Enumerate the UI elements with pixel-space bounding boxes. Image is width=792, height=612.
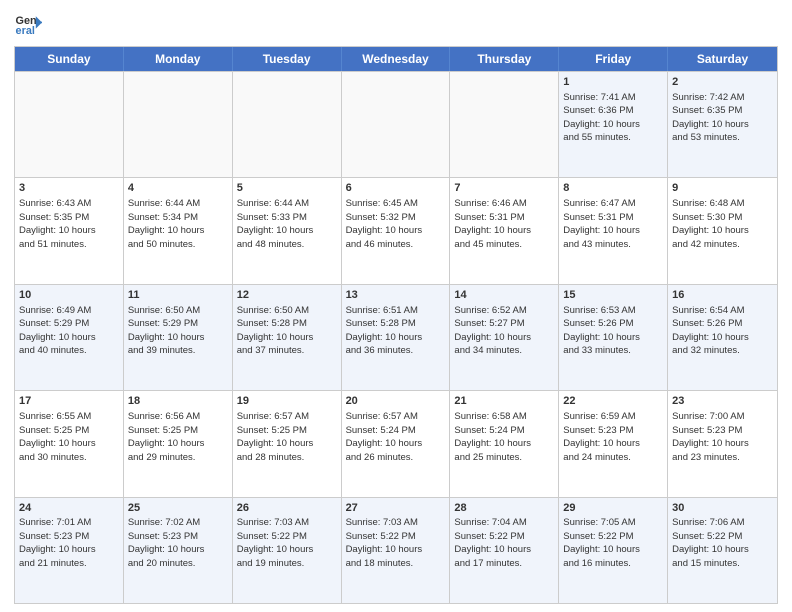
calendar-cell-26: 26Sunrise: 7:03 AM Sunset: 5:22 PM Dayli… bbox=[233, 498, 342, 603]
day-info-29: Sunrise: 7:05 AM Sunset: 5:22 PM Dayligh… bbox=[563, 517, 640, 569]
header-day-saturday: Saturday bbox=[668, 47, 777, 71]
calendar-cell-3: 3Sunrise: 6:43 AM Sunset: 5:35 PM Daylig… bbox=[15, 178, 124, 283]
calendar-row-4: 24Sunrise: 7:01 AM Sunset: 5:23 PM Dayli… bbox=[15, 497, 777, 603]
day-info-8: Sunrise: 6:47 AM Sunset: 5:31 PM Dayligh… bbox=[563, 198, 640, 250]
day-info-11: Sunrise: 6:50 AM Sunset: 5:29 PM Dayligh… bbox=[128, 305, 205, 357]
calendar-cell-22: 22Sunrise: 6:59 AM Sunset: 5:23 PM Dayli… bbox=[559, 391, 668, 496]
calendar-cell-25: 25Sunrise: 7:02 AM Sunset: 5:23 PM Dayli… bbox=[124, 498, 233, 603]
calendar-row-0: 1Sunrise: 7:41 AM Sunset: 6:36 PM Daylig… bbox=[15, 71, 777, 177]
calendar-cell-empty-2 bbox=[233, 72, 342, 177]
calendar-cell-23: 23Sunrise: 7:00 AM Sunset: 5:23 PM Dayli… bbox=[668, 391, 777, 496]
calendar-cell-6: 6Sunrise: 6:45 AM Sunset: 5:32 PM Daylig… bbox=[342, 178, 451, 283]
day-info-6: Sunrise: 6:45 AM Sunset: 5:32 PM Dayligh… bbox=[346, 198, 423, 250]
calendar-cell-5: 5Sunrise: 6:44 AM Sunset: 5:33 PM Daylig… bbox=[233, 178, 342, 283]
day-info-13: Sunrise: 6:51 AM Sunset: 5:28 PM Dayligh… bbox=[346, 305, 423, 357]
day-info-30: Sunrise: 7:06 AM Sunset: 5:22 PM Dayligh… bbox=[672, 517, 749, 569]
calendar-cell-empty-4 bbox=[450, 72, 559, 177]
day-info-16: Sunrise: 6:54 AM Sunset: 5:26 PM Dayligh… bbox=[672, 305, 749, 357]
calendar-cell-empty-1 bbox=[124, 72, 233, 177]
calendar-cell-11: 11Sunrise: 6:50 AM Sunset: 5:29 PM Dayli… bbox=[124, 285, 233, 390]
day-info-4: Sunrise: 6:44 AM Sunset: 5:34 PM Dayligh… bbox=[128, 198, 205, 250]
day-info-5: Sunrise: 6:44 AM Sunset: 5:33 PM Dayligh… bbox=[237, 198, 314, 250]
header-day-tuesday: Tuesday bbox=[233, 47, 342, 71]
calendar-cell-19: 19Sunrise: 6:57 AM Sunset: 5:25 PM Dayli… bbox=[233, 391, 342, 496]
logo-icon: Gen eral bbox=[14, 10, 42, 38]
svg-text:eral: eral bbox=[16, 25, 35, 37]
calendar-row-3: 17Sunrise: 6:55 AM Sunset: 5:25 PM Dayli… bbox=[15, 390, 777, 496]
header-day-sunday: Sunday bbox=[15, 47, 124, 71]
header-day-monday: Monday bbox=[124, 47, 233, 71]
calendar-cell-1: 1Sunrise: 7:41 AM Sunset: 6:36 PM Daylig… bbox=[559, 72, 668, 177]
calendar-cell-12: 12Sunrise: 6:50 AM Sunset: 5:28 PM Dayli… bbox=[233, 285, 342, 390]
calendar: SundayMondayTuesdayWednesdayThursdayFrid… bbox=[14, 46, 778, 604]
day-info-28: Sunrise: 7:04 AM Sunset: 5:22 PM Dayligh… bbox=[454, 517, 531, 569]
day-info-3: Sunrise: 6:43 AM Sunset: 5:35 PM Dayligh… bbox=[19, 198, 96, 250]
day-info-24: Sunrise: 7:01 AM Sunset: 5:23 PM Dayligh… bbox=[19, 517, 96, 569]
calendar-cell-14: 14Sunrise: 6:52 AM Sunset: 5:27 PM Dayli… bbox=[450, 285, 559, 390]
day-info-9: Sunrise: 6:48 AM Sunset: 5:30 PM Dayligh… bbox=[672, 198, 749, 250]
day-info-12: Sunrise: 6:50 AM Sunset: 5:28 PM Dayligh… bbox=[237, 305, 314, 357]
calendar-cell-18: 18Sunrise: 6:56 AM Sunset: 5:25 PM Dayli… bbox=[124, 391, 233, 496]
day-info-21: Sunrise: 6:58 AM Sunset: 5:24 PM Dayligh… bbox=[454, 411, 531, 463]
header-day-friday: Friday bbox=[559, 47, 668, 71]
calendar-cell-7: 7Sunrise: 6:46 AM Sunset: 5:31 PM Daylig… bbox=[450, 178, 559, 283]
day-info-22: Sunrise: 6:59 AM Sunset: 5:23 PM Dayligh… bbox=[563, 411, 640, 463]
calendar-cell-4: 4Sunrise: 6:44 AM Sunset: 5:34 PM Daylig… bbox=[124, 178, 233, 283]
calendar-cell-17: 17Sunrise: 6:55 AM Sunset: 5:25 PM Dayli… bbox=[15, 391, 124, 496]
day-info-19: Sunrise: 6:57 AM Sunset: 5:25 PM Dayligh… bbox=[237, 411, 314, 463]
calendar-cell-28: 28Sunrise: 7:04 AM Sunset: 5:22 PM Dayli… bbox=[450, 498, 559, 603]
day-info-15: Sunrise: 6:53 AM Sunset: 5:26 PM Dayligh… bbox=[563, 305, 640, 357]
calendar-cell-empty-0 bbox=[15, 72, 124, 177]
day-info-26: Sunrise: 7:03 AM Sunset: 5:22 PM Dayligh… bbox=[237, 517, 314, 569]
page: Gen eral SundayMondayTuesdayWednesdayThu… bbox=[0, 0, 792, 612]
header: Gen eral bbox=[14, 10, 778, 38]
day-info-23: Sunrise: 7:00 AM Sunset: 5:23 PM Dayligh… bbox=[672, 411, 749, 463]
calendar-row-2: 10Sunrise: 6:49 AM Sunset: 5:29 PM Dayli… bbox=[15, 284, 777, 390]
calendar-cell-21: 21Sunrise: 6:58 AM Sunset: 5:24 PM Dayli… bbox=[450, 391, 559, 496]
day-info-7: Sunrise: 6:46 AM Sunset: 5:31 PM Dayligh… bbox=[454, 198, 531, 250]
day-info-18: Sunrise: 6:56 AM Sunset: 5:25 PM Dayligh… bbox=[128, 411, 205, 463]
calendar-cell-16: 16Sunrise: 6:54 AM Sunset: 5:26 PM Dayli… bbox=[668, 285, 777, 390]
day-info-10: Sunrise: 6:49 AM Sunset: 5:29 PM Dayligh… bbox=[19, 305, 96, 357]
day-info-20: Sunrise: 6:57 AM Sunset: 5:24 PM Dayligh… bbox=[346, 411, 423, 463]
calendar-cell-29: 29Sunrise: 7:05 AM Sunset: 5:22 PM Dayli… bbox=[559, 498, 668, 603]
calendar-cell-9: 9Sunrise: 6:48 AM Sunset: 5:30 PM Daylig… bbox=[668, 178, 777, 283]
day-info-1: Sunrise: 7:41 AM Sunset: 6:36 PM Dayligh… bbox=[563, 92, 640, 144]
day-info-2: Sunrise: 7:42 AM Sunset: 6:35 PM Dayligh… bbox=[672, 92, 749, 144]
calendar-cell-8: 8Sunrise: 6:47 AM Sunset: 5:31 PM Daylig… bbox=[559, 178, 668, 283]
calendar-cell-24: 24Sunrise: 7:01 AM Sunset: 5:23 PM Dayli… bbox=[15, 498, 124, 603]
calendar-cell-2: 2Sunrise: 7:42 AM Sunset: 6:35 PM Daylig… bbox=[668, 72, 777, 177]
header-day-thursday: Thursday bbox=[450, 47, 559, 71]
day-info-17: Sunrise: 6:55 AM Sunset: 5:25 PM Dayligh… bbox=[19, 411, 96, 463]
day-info-14: Sunrise: 6:52 AM Sunset: 5:27 PM Dayligh… bbox=[454, 305, 531, 357]
calendar-cell-30: 30Sunrise: 7:06 AM Sunset: 5:22 PM Dayli… bbox=[668, 498, 777, 603]
calendar-cell-13: 13Sunrise: 6:51 AM Sunset: 5:28 PM Dayli… bbox=[342, 285, 451, 390]
calendar-body: 1Sunrise: 7:41 AM Sunset: 6:36 PM Daylig… bbox=[15, 71, 777, 603]
calendar-cell-10: 10Sunrise: 6:49 AM Sunset: 5:29 PM Dayli… bbox=[15, 285, 124, 390]
calendar-cell-empty-3 bbox=[342, 72, 451, 177]
header-day-wednesday: Wednesday bbox=[342, 47, 451, 71]
calendar-cell-27: 27Sunrise: 7:03 AM Sunset: 5:22 PM Dayli… bbox=[342, 498, 451, 603]
calendar-row-1: 3Sunrise: 6:43 AM Sunset: 5:35 PM Daylig… bbox=[15, 177, 777, 283]
logo: Gen eral bbox=[14, 10, 46, 38]
calendar-header: SundayMondayTuesdayWednesdayThursdayFrid… bbox=[15, 47, 777, 71]
day-info-27: Sunrise: 7:03 AM Sunset: 5:22 PM Dayligh… bbox=[346, 517, 423, 569]
calendar-cell-20: 20Sunrise: 6:57 AM Sunset: 5:24 PM Dayli… bbox=[342, 391, 451, 496]
day-info-25: Sunrise: 7:02 AM Sunset: 5:23 PM Dayligh… bbox=[128, 517, 205, 569]
calendar-cell-15: 15Sunrise: 6:53 AM Sunset: 5:26 PM Dayli… bbox=[559, 285, 668, 390]
